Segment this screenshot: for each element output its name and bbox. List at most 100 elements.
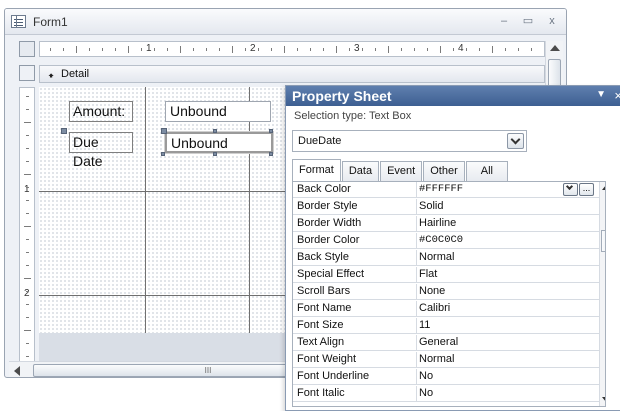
ruler-tick [76,46,77,53]
property-value[interactable]: Normal [419,250,599,266]
tab-all[interactable]: All [465,161,508,181]
tab-other[interactable]: Other [423,161,465,181]
property-name: Font Italic [293,386,417,402]
size-handle[interactable] [269,129,273,133]
property-value[interactable]: Normal [419,352,599,368]
ruler-tick [453,48,454,51]
ruler-tick [466,48,467,51]
move-handle[interactable] [61,128,67,134]
move-handle[interactable] [161,128,167,134]
form-titlebar[interactable]: Form1 – ▭ x [5,9,566,35]
ruler-tick [128,46,129,53]
size-handle[interactable] [269,152,273,156]
property-value[interactable]: General [419,335,599,351]
vertical-ruler[interactable]: 1 2 [19,87,35,365]
tab-format[interactable]: Format [292,159,341,181]
property-row[interactable]: Font Italic No [293,386,605,402]
property-row[interactable]: Back Color #FFFFFF... [293,182,605,198]
object-selector-combo[interactable]: DueDate [292,130,527,152]
scroll-up-arrow-icon[interactable] [602,185,605,190]
property-sheet-pane: Property Sheet ▼ × Selection type: Text … [285,85,620,411]
close-button[interactable]: x [546,15,558,27]
ruler-tick [167,48,168,51]
ruler-tick [115,48,116,51]
property-row[interactable]: Font Name Calibri [293,301,605,317]
property-value[interactable]: Hairline [419,216,599,232]
property-row[interactable]: Border Color #C0C0C0 [293,233,605,249]
property-grid-scrollbar[interactable] [599,182,605,406]
duedate-label[interactable]: Due Date [69,132,133,169]
ruler-tick [26,265,29,266]
size-handle[interactable] [213,152,217,156]
section-selector[interactable] [19,65,35,81]
size-handle[interactable] [161,152,165,156]
ruler-tick [24,226,31,227]
maximize-button[interactable]: ▭ [522,15,534,27]
property-sheet-header[interactable]: Property Sheet ▼ × [286,86,620,106]
ruler-tick [206,48,207,51]
ruler-tick [26,343,29,344]
horizontal-ruler[interactable]: 1 2 3 4 [39,41,545,57]
amount-textbox[interactable]: Unbound [165,101,271,122]
property-row[interactable]: Scroll Bars None [293,284,605,300]
ruler-tick [24,330,31,331]
ruler-tick [349,48,350,51]
property-value[interactable]: 11 [419,318,599,334]
ruler-tick [26,356,29,357]
property-name: Font Weight [293,352,417,368]
ruler-tick [505,48,506,51]
ruler-tick [26,239,29,240]
property-value[interactable]: No [419,386,599,402]
ruler-tick [89,48,90,51]
ruler-tick [440,46,441,53]
size-handle[interactable] [213,129,217,133]
ruler-number: 2 [24,288,30,299]
ruler-tick [154,48,155,51]
property-row[interactable]: Back Style Normal [293,250,605,266]
combo-dropdown-button[interactable] [507,133,524,149]
property-value[interactable]: Calibri [419,301,599,317]
amount-label[interactable]: Amount: [69,101,133,122]
property-name: Back Color [293,182,417,198]
property-row[interactable]: Border Width Hairline [293,216,605,232]
chevron-down-icon [565,182,574,191]
property-row[interactable]: Font Underline No [293,369,605,385]
property-name: Scroll Bars [293,284,417,300]
scroll-thumb[interactable] [601,230,605,252]
scroll-left-arrow-icon[interactable] [14,366,20,376]
duedate-textbox[interactable]: Unbound [164,131,274,154]
ruler-tick [336,46,337,53]
ruler-tick [24,122,31,123]
scroll-up-arrow-icon[interactable] [550,45,560,51]
property-value[interactable]: Solid [419,199,599,215]
form-horizontal-scrollbar[interactable]: III [9,361,383,377]
ruler-number: 3 [354,43,360,54]
ruler-tick [414,48,415,51]
value-dropdown-button[interactable] [563,182,578,196]
ruler-tick [26,317,29,318]
ruler-tick [401,48,402,51]
form-icon [11,15,26,28]
minimize-button[interactable]: – [498,15,510,27]
ruler-corner-select[interactable] [19,41,35,57]
tab-data[interactable]: Data [341,161,380,181]
scroll-down-arrow-icon[interactable] [602,397,605,402]
ruler-tick [492,46,493,53]
pane-options-icon[interactable]: ▼ [596,89,606,100]
builder-button[interactable]: ... [579,183,594,196]
property-row[interactable]: Font Weight Normal [293,352,605,368]
property-grid: Font Italic No Font Underline No Font Weight… [292,181,606,407]
tab-event[interactable]: Event [380,161,423,181]
ruler-tick [245,48,246,51]
close-icon[interactable]: × [614,88,620,103]
ruler-number: 1 [146,43,152,54]
property-value[interactable]: #C0C0C0 [419,233,599,249]
property-row[interactable]: Text Align General [293,335,605,351]
property-value[interactable]: No [419,369,599,385]
detail-section-bar[interactable]: 🠹 Detail [39,65,545,83]
property-value[interactable]: None [419,284,599,300]
property-row[interactable]: Border Style Solid [293,199,605,215]
property-row[interactable]: Font Size 11 [293,318,605,334]
property-row[interactable]: Special Effect Flat [293,267,605,283]
property-value[interactable]: Flat [419,267,599,283]
